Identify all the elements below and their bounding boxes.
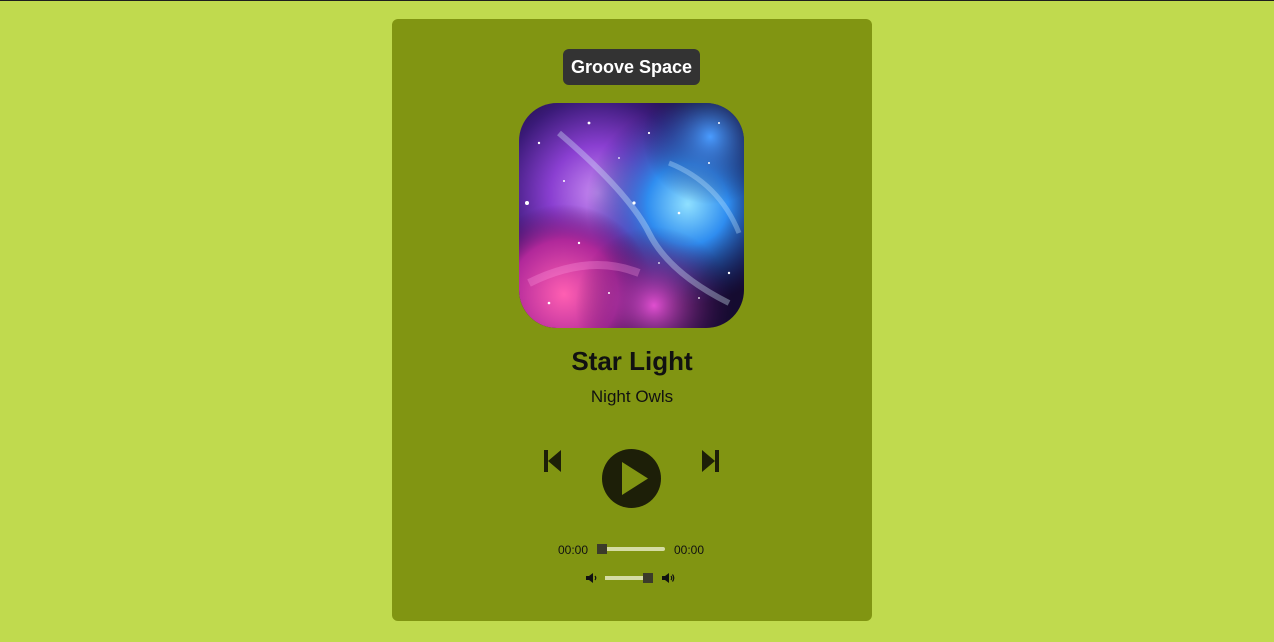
volume-high-icon[interactable] xyxy=(662,571,676,589)
track-title: Star Light xyxy=(571,346,693,376)
seek-thumb[interactable] xyxy=(597,544,607,554)
volume-slider[interactable] xyxy=(605,573,654,583)
duration-time: 00:00 xyxy=(674,543,705,557)
current-time: 00:00 xyxy=(558,543,589,557)
skip-next-icon[interactable] xyxy=(701,450,719,472)
player-card: Groove Space Star Light Night Owls 00:00… xyxy=(392,19,872,621)
volume-fill xyxy=(605,576,649,580)
brand-badge: Groove Space xyxy=(563,49,700,85)
album-art xyxy=(519,103,744,328)
volume-thumb[interactable] xyxy=(643,573,654,583)
play-button[interactable] xyxy=(602,449,661,508)
track-artist: Night Owls xyxy=(590,387,674,406)
skip-previous-icon[interactable] xyxy=(544,450,562,472)
play-icon xyxy=(622,462,648,495)
seek-slider[interactable] xyxy=(597,544,665,554)
volume-low-icon[interactable] xyxy=(586,571,598,589)
